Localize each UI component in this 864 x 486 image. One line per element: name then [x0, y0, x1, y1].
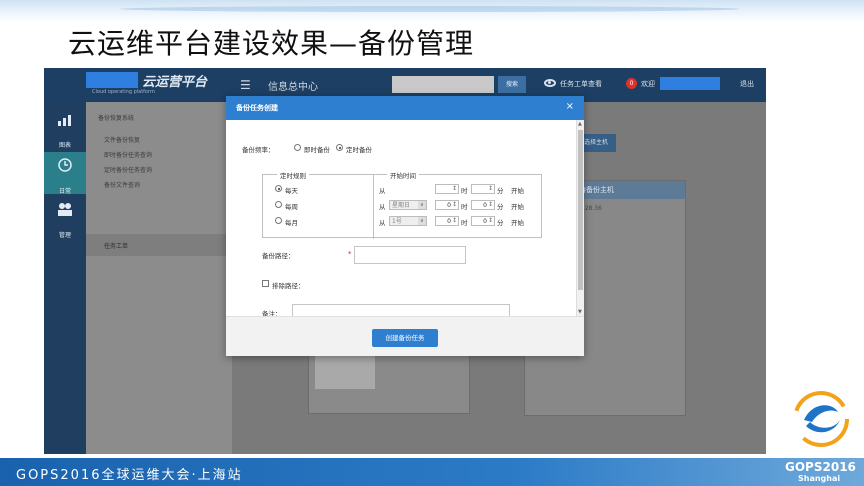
backup-path-label: 备份路径： [262, 252, 295, 260]
subnav-selected-label: 任务工单 [104, 243, 129, 250]
monthly-hour-label: 时 [461, 219, 468, 227]
rail-label-charts: 图表 [58, 142, 71, 149]
clock-icon [44, 158, 86, 176]
menu-icon[interactable]: ☰ [240, 78, 251, 92]
note-textarea[interactable] [292, 304, 510, 316]
daily-hour-label: 时 [461, 187, 468, 195]
backup-task-modal: 备份任务创建 × 备份频率： 即时备份 定时备份 定时规则 开始时间 每天 每周… [226, 96, 584, 356]
monthly-minute-label: 分 [497, 219, 504, 227]
brand-city: Shanghai [798, 474, 841, 483]
logo-redacted-block [86, 72, 138, 88]
weekly-minute-input[interactable]: 0 [471, 200, 495, 210]
rail-item-charts[interactable]: 图表 [44, 108, 86, 150]
monthly-from-label: 从 [379, 219, 386, 227]
required-mark: * [348, 250, 352, 258]
monthly-start-label: 开始 [511, 219, 524, 227]
header-title: 信息总中心 [268, 82, 318, 93]
scrollbar-thumb[interactable] [578, 130, 583, 290]
weekday-select[interactable]: 星期日 [389, 200, 427, 210]
scroll-up-icon[interactable]: ▲ [578, 121, 582, 127]
close-icon[interactable]: × [566, 101, 574, 112]
task-view-link[interactable]: 任务工单查看 [560, 79, 602, 89]
exclude-path-label: 排除路径： [272, 282, 305, 290]
subnav-item-scheduled-query[interactable]: 定时备份任务查询 [104, 165, 152, 174]
modal-header: 备份任务创建 × [226, 96, 584, 120]
schedule-fieldset: 定时规则 开始时间 每天 每周 每月 从 时 分 开始 从 星期日 0 时 0 … [262, 170, 542, 239]
weekly-hour-input[interactable]: 0 [435, 200, 459, 210]
create-backup-task-button[interactable]: 创建备份任务 [372, 329, 438, 347]
radio-monthly[interactable] [275, 217, 282, 224]
backup-frequency-label: 备份频率： [242, 146, 275, 154]
rail-label-daily: 日常 [58, 188, 71, 195]
users-icon [44, 202, 86, 220]
modal-scrollbar[interactable]: ▲ ▼ [576, 120, 584, 316]
left-rail: 图表 日常 管理 [44, 102, 86, 454]
exclude-path-checkbox[interactable] [262, 280, 269, 287]
radio-daily-label: 每天 [285, 187, 298, 195]
subnav-item-task-orders[interactable]: 任务工单 [86, 234, 232, 256]
subnav-section-title: 备份恢复系统 [98, 115, 135, 122]
daily-from-label: 从 [379, 187, 386, 195]
footer-conference-text: GOPS2016全球运维大会·上海站 [16, 468, 243, 483]
radio-weekly[interactable] [275, 201, 282, 208]
background-list-panel [308, 348, 470, 414]
weekly-minute-label: 分 [497, 203, 504, 211]
weekly-start-label: 开始 [511, 203, 524, 211]
subnav-item-instant-query[interactable]: 即时备份任务查询 [104, 150, 152, 159]
schedule-rule-legend: 定时规则 [277, 170, 309, 180]
daily-minute-label: 分 [497, 187, 504, 195]
slide-footer: GOPS2016全球运维大会·上海站 [0, 458, 864, 486]
daily-start-label: 开始 [511, 187, 524, 195]
daily-hour-input[interactable] [435, 184, 459, 194]
radio-monthly-label: 每月 [285, 219, 298, 227]
rail-item-daily[interactable]: 日常 [44, 152, 86, 195]
monthly-minute-input[interactable]: 0 [471, 216, 495, 226]
weekly-hour-label: 时 [461, 203, 468, 211]
subnav-item-file-restore[interactable]: 文件备份恢复 [104, 135, 140, 144]
daily-minute-input[interactable] [471, 184, 495, 194]
modal-body[interactable]: 备份频率： 即时备份 定时备份 定时规则 开始时间 每天 每周 每月 从 时 分… [226, 120, 584, 318]
fieldset-divider [373, 175, 374, 239]
header-search-button[interactable]: 搜索 [498, 76, 526, 93]
chart-icon [44, 114, 86, 130]
monthday-select[interactable]: 1号 [389, 216, 427, 226]
monthly-hour-input[interactable]: 0 [435, 216, 459, 226]
radio-scheduled-backup[interactable] [336, 144, 343, 151]
scroll-down-icon[interactable]: ▼ [578, 309, 582, 315]
sub-navigation: 备份恢复系统 文件备份恢复 即时备份任务查询 定时备份任务查询 备份文件查询 任… [86, 102, 232, 454]
pending-hosts-title: 待备份主机 [579, 186, 614, 194]
radio-scheduled-backup-label: 定时备份 [346, 146, 372, 154]
subnav-item-backup-files[interactable]: 备份文件查询 [104, 180, 140, 189]
eye-icon[interactable] [544, 79, 556, 87]
notification-badge[interactable]: 0 [626, 78, 637, 89]
slide-top-decoration [0, 0, 864, 22]
gops-logo-icon [793, 391, 849, 447]
modal-footer: 创建备份任务 [226, 316, 584, 356]
radio-instant-backup-label: 即时备份 [304, 146, 330, 154]
header-search-input[interactable] [392, 76, 494, 93]
radio-weekly-label: 每周 [285, 203, 298, 211]
username-redacted-block [660, 77, 720, 90]
weekly-from-label: 从 [379, 203, 386, 211]
backup-path-input[interactable] [354, 246, 466, 264]
app-logo-subtitle: Cloud operating platform [92, 89, 155, 95]
background-list-block [315, 355, 375, 389]
radio-instant-backup[interactable] [294, 144, 301, 151]
logout-link[interactable]: 退出 [740, 79, 754, 89]
start-time-legend: 开始时间 [387, 170, 419, 180]
welcome-text: 欢迎 [641, 80, 655, 88]
app-logo-name: 云运营平台 [142, 75, 208, 90]
rail-label-manage: 管理 [58, 232, 71, 239]
rail-item-manage[interactable]: 管理 [44, 196, 86, 239]
brand-text: GOPS2016 [785, 460, 856, 474]
radio-daily[interactable] [275, 185, 282, 192]
slide-title: 云运维平台建设效果—备份管理 [68, 27, 475, 60]
modal-title: 备份任务创建 [236, 104, 278, 112]
